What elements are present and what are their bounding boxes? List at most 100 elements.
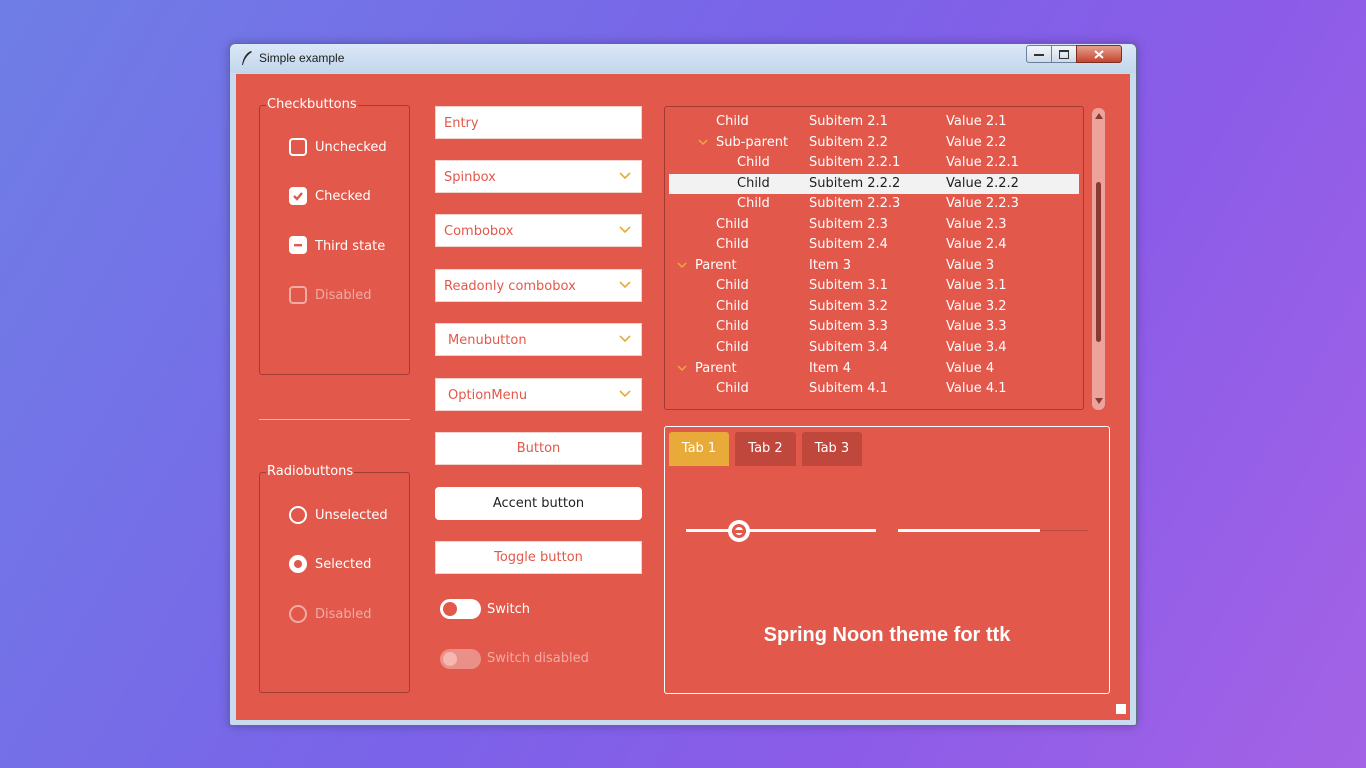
switch-label: Switch [487,602,530,617]
checkmark-icon [293,192,303,201]
tree-cell-name: Child [716,299,749,314]
checkbox-disabled [289,286,307,304]
radio-unselected[interactable] [289,506,307,524]
tree-row[interactable]: Child Subitem 3.2 Value 3.2 [669,297,1079,317]
tree-cell-item: Subitem 3.3 [809,319,888,334]
radio-unselected-label: Unselected [315,508,388,523]
checkbox-unchecked-label: Unchecked [315,140,387,155]
checkbuttons-label: Checkbuttons [266,97,358,113]
accent-button[interactable]: Accent button [435,487,642,520]
scale-handle[interactable] [728,520,750,542]
chevron-down-icon[interactable] [698,139,708,146]
tree-cell-item: Item 4 [809,361,851,376]
tree-cell-name: Child [716,319,749,334]
radiobuttons-label: Radiobuttons [266,464,355,480]
radio-selected[interactable] [289,555,307,573]
toggle-button[interactable]: Toggle button [435,541,642,574]
tree-cell-value: Value 3.2 [946,299,1007,314]
tab-2[interactable]: Tab 2 [735,432,796,466]
tree-cell-value: Value 3.4 [946,340,1007,355]
spinbox[interactable]: Spinbox [435,160,642,193]
window-title: Simple example [259,51,345,65]
tree-row[interactable]: Child Subitem 2.1 Value 2.1 [669,112,1079,132]
tree-row[interactable]: Child Subitem 3.1 Value 3.1 [669,276,1079,296]
tree-cell-value: Value 3.3 [946,319,1007,334]
tree-scrollbar[interactable] [1092,108,1105,410]
tree-cell-item: Subitem 3.2 [809,299,888,314]
close-icon [1094,49,1104,59]
tree-row-selected[interactable]: Child Subitem 2.2.2 Value 2.2.2 [669,174,1079,194]
tree-cell-name: Child [716,114,749,129]
maximize-button[interactable] [1051,45,1077,63]
radio-disabled-label: Disabled [315,607,372,622]
tree-cell-item: Subitem 4.1 [809,381,888,396]
tree-cell-value: Value 2.1 [946,114,1007,129]
tree-row[interactable]: Child Subitem 2.2.3 Value 2.2.3 [669,194,1079,214]
checkbox-third-state[interactable] [289,236,307,254]
arrow-down-icon[interactable] [1095,398,1103,404]
tree-cell-value: Value 2.2.3 [946,196,1019,211]
entry-field[interactable]: Entry [435,106,642,139]
chevron-down-icon[interactable] [677,365,687,372]
scale-handle-bar [732,530,746,533]
tree-cell-item: Subitem 2.2.1 [809,155,901,170]
optionmenu[interactable]: OptionMenu [435,378,642,411]
switch-toggle[interactable] [440,599,481,619]
tree-cell-item: Subitem 2.2.3 [809,196,901,211]
checkbox-checked[interactable] [289,187,307,205]
scrollbar-thumb[interactable] [1096,182,1101,342]
switch-disabled-toggle [440,649,481,669]
tree-cell-item: Subitem 2.4 [809,237,888,252]
checkbox-checked-label: Checked [315,189,371,204]
optionmenu-text: OptionMenu [448,388,528,403]
tree-row[interactable]: Sub-parent Subitem 2.2 Value 2.2 [669,133,1079,153]
checkbox-disabled-label: Disabled [315,288,372,303]
tree-cell-value: Value 4 [946,361,995,376]
tree-cell-value: Value 3 [946,258,995,273]
notebook: Tab 1 Tab 2 Tab 3 Spring Noon theme for … [664,426,1110,694]
tree-cell-name: Child [716,237,749,252]
button[interactable]: Button [435,432,642,465]
chevron-down-icon[interactable] [619,226,631,234]
menubutton[interactable]: Menubutton [435,323,642,356]
combobox[interactable]: Combobox [435,214,642,247]
minimize-button[interactable] [1026,45,1052,63]
app-window: Simple example Checkbuttons Unchecked Ch… [229,43,1137,726]
title-bar[interactable]: Simple example [230,44,1136,73]
chevron-down-icon [619,390,631,398]
arrow-up-icon[interactable] [1095,113,1103,119]
tree-cell-name: Child [716,278,749,293]
chevron-down-icon[interactable] [619,281,631,289]
switch-disabled-knob [443,652,457,666]
tab-3[interactable]: Tab 3 [802,432,862,466]
tree-cell-value: Value 2.4 [946,237,1007,252]
tree-row[interactable]: Child Subitem 3.3 Value 3.3 [669,317,1079,337]
checkbox-unchecked[interactable] [289,138,307,156]
tab-1[interactable]: Tab 1 [669,432,729,466]
tree-row[interactable]: Parent Item 3 Value 3 [669,256,1079,276]
tree-cell-value: Value 2.3 [946,217,1007,232]
tree-row[interactable]: Child Subitem 2.3 Value 2.3 [669,215,1079,235]
minimize-icon [1034,54,1044,56]
readonly-combobox[interactable]: Readonly combobox [435,269,642,302]
tree-row[interactable]: Child Subitem 4.1 Value 4.1 [669,379,1079,399]
chevron-down-icon[interactable] [677,262,687,269]
theme-caption: Spring Noon theme for ttk [763,624,1011,646]
resize-grip[interactable] [1116,704,1126,714]
switch-knob [443,602,457,616]
treeview[interactable]: Child Subitem 2.1 Value 2.1 Sub-parent S… [664,106,1084,410]
scale-track[interactable] [686,529,876,532]
dash-icon [294,244,302,247]
tree-row[interactable]: Child Subitem 2.4 Value 2.4 [669,235,1079,255]
close-button[interactable] [1076,45,1122,63]
tree-row[interactable]: Parent Item 4 Value 4 [669,359,1079,379]
maximize-icon [1059,49,1069,59]
tree-row[interactable]: Child Subitem 3.4 Value 3.4 [669,338,1079,358]
tree-cell-name: Child [737,155,770,170]
tree-row[interactable]: Child Subitem 2.2.1 Value 2.2.1 [669,153,1079,173]
client-area: Checkbuttons Unchecked Checked Third sta… [236,74,1130,720]
tree-cell-value: Value 2.2.2 [946,176,1019,191]
radiobuttons-frame: Radiobuttons [259,464,410,693]
feather-icon [242,51,252,65]
chevron-down-icon[interactable] [619,172,631,180]
